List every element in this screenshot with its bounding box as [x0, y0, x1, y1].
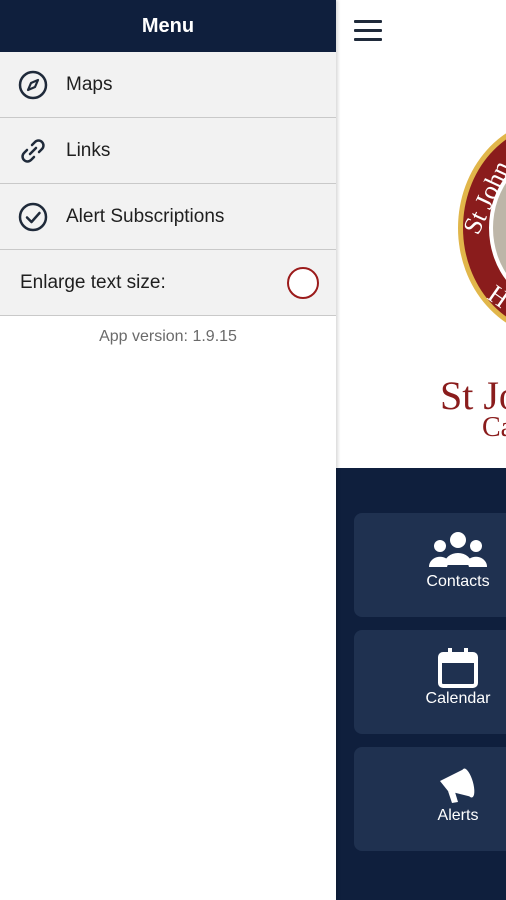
- menu-item-alert-subscriptions[interactable]: Alert Subscriptions: [0, 184, 336, 250]
- menu-item-label: Links: [66, 139, 111, 161]
- tiles-area: Contacts Calendar Alerts: [336, 468, 506, 900]
- enlarge-text-toggle[interactable]: [287, 266, 319, 299]
- compass-icon: [16, 68, 50, 102]
- check-circle-icon: [16, 200, 50, 234]
- tile-label: Calendar: [425, 690, 491, 707]
- contacts-tile[interactable]: Contacts: [354, 513, 506, 617]
- school-crest-logo: St John H: [457, 133, 506, 323]
- app-version: App version: 1.9.15: [99, 328, 237, 345]
- menu-item-maps[interactable]: Maps: [0, 52, 336, 118]
- menu-item-label: Maps: [66, 73, 113, 95]
- school-subtitle: Ca: [482, 412, 506, 443]
- enlarge-text-label: Enlarge text size:: [20, 271, 166, 293]
- megaphone-icon: [436, 763, 480, 812]
- hamburger-menu-icon[interactable]: [354, 20, 382, 42]
- alerts-tile[interactable]: Alerts: [354, 747, 506, 851]
- menu-item-label: Alert Subscriptions: [66, 205, 225, 227]
- enlarge-text-row: Enlarge text size:: [0, 250, 336, 316]
- tile-label: Contacts: [426, 573, 490, 590]
- main-content: St John H St Jo Ca Contacts: [336, 0, 506, 900]
- tile-label: Alerts: [437, 807, 479, 824]
- calendar-tile[interactable]: Calendar: [354, 630, 506, 734]
- people-icon: [428, 529, 488, 578]
- drawer-title: Menu: [0, 0, 336, 52]
- calendar-icon: [436, 646, 480, 695]
- menu-item-links[interactable]: Links: [0, 118, 336, 184]
- header-area: St John H St Jo Ca: [336, 0, 506, 468]
- navigation-drawer: Menu Maps Links Alert Subscriptions Enla…: [0, 0, 336, 900]
- link-icon: [16, 134, 50, 168]
